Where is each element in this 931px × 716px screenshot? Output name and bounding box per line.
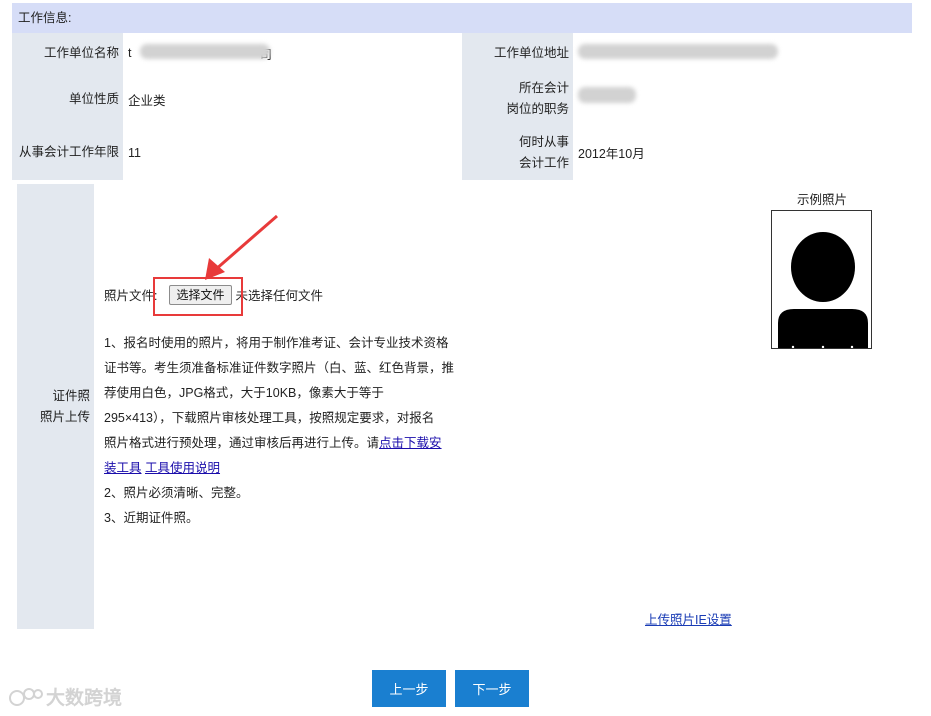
ie-settings-link[interactable]: 上传照片IE设置: [645, 609, 732, 628]
annotation-arrow-icon: [205, 214, 278, 280]
unit-type-label: 单位性质: [12, 73, 123, 125]
note-1-line-5: 照片格式进行预处理，通过审核后再进行上传。请点击下载安: [104, 436, 442, 450]
redacted-employer-name: [140, 44, 270, 59]
note-3: 3、近期证件照。: [104, 511, 199, 525]
employer-address-label: 工作单位地址: [462, 33, 573, 73]
tool-instructions-link[interactable]: 工具使用说明: [145, 461, 220, 475]
download-tool-link[interactable]: 点击下载安: [379, 436, 442, 450]
redacted-employer-address: [578, 44, 778, 59]
years-value: 11: [128, 145, 141, 160]
note-2: 2、照片必须清晰、完整。: [104, 486, 249, 500]
note-1-line-1: 1、报名时使用的照片，将用于制作准考证、会计专业技术资格: [104, 336, 449, 350]
watermark: 大数跨境: [8, 683, 122, 710]
person-silhouette-icon: [778, 232, 868, 348]
start-time-value: 2012年10月: [578, 147, 645, 161]
years-label: 从事会计工作年限: [12, 125, 123, 180]
note-1-line-3: 荐使用白色，JPG格式，大于10KB，像素大于等于: [104, 386, 384, 400]
unit-type-value: 企业类: [128, 93, 166, 108]
section-header-work-info: 工作信息:: [12, 3, 912, 33]
sample-photo: [771, 210, 872, 349]
prev-step-button[interactable]: 上一步: [372, 670, 446, 707]
file-label: 照片文件:: [104, 289, 158, 303]
employer-name-label: 工作单位名称: [12, 33, 123, 73]
download-tool-link-cont[interactable]: 装工具: [104, 461, 142, 475]
note-1-line-2: 证书等。考生须准备标准证件数字照片（白、蓝、红色背景，推: [104, 361, 455, 375]
start-time-label: 何时从事 会计工作: [462, 125, 573, 180]
section-title: 工作信息:: [18, 11, 72, 25]
upload-notes: 1、报名时使用的照片，将用于制作准考证、会计专业技术资格 证书等。考生须准备标准…: [104, 331, 464, 531]
note-1-line-6: 装工具 工具使用说明: [104, 456, 464, 481]
photo-upload-label: 证件照 照片上传: [17, 184, 94, 629]
note-1-line-4: 295×413），下载照片审核处理工具，按照规定要求，对报名: [104, 411, 435, 425]
next-step-button[interactable]: 下一步: [455, 670, 529, 707]
position-label: 所在会计 岗位的职务: [462, 73, 573, 125]
watermark-logo-icon: [9, 687, 43, 706]
redacted-position: [578, 87, 636, 103]
sample-photo-title: 示例照片: [796, 193, 847, 207]
no-file-text: 未选择任何文件: [235, 289, 324, 303]
